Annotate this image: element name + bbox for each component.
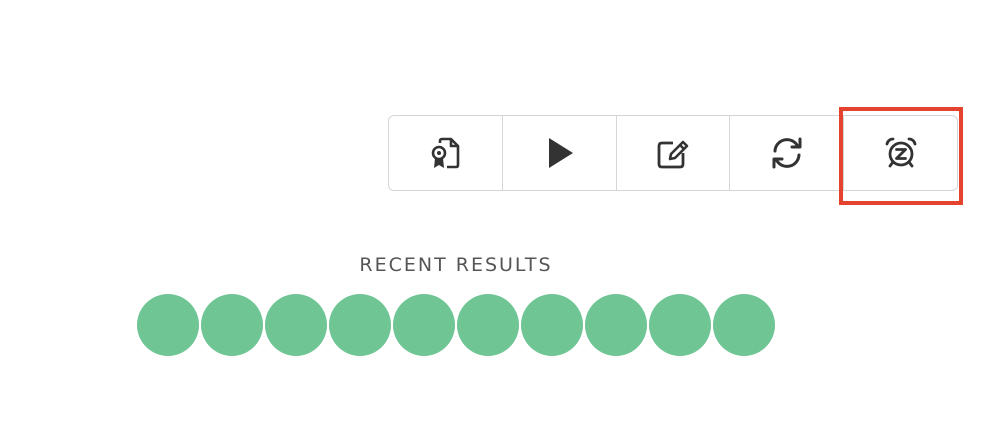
page: RECENT RESULTS: [0, 0, 988, 424]
refresh-button[interactable]: [730, 116, 845, 190]
action-toolbar: [388, 115, 958, 191]
edit-icon: [657, 140, 689, 169]
edit-button[interactable]: [617, 116, 731, 190]
result-dot-pass[interactable]: [585, 294, 647, 356]
snooze-button[interactable]: [844, 116, 957, 190]
certificate-file-icon: [432, 137, 460, 169]
result-dot-pass[interactable]: [521, 294, 583, 356]
recent-results-title: RECENT RESULTS: [359, 254, 553, 276]
result-dot-pass[interactable]: [649, 294, 711, 356]
certificate-button[interactable]: [389, 116, 503, 190]
result-dot-pass[interactable]: [201, 294, 263, 356]
result-dot-pass[interactable]: [265, 294, 327, 356]
result-dot-pass[interactable]: [457, 294, 519, 356]
refresh-icon: [772, 137, 802, 169]
snooze-alarm-icon: [885, 137, 916, 168]
result-dot-pass[interactable]: [329, 294, 391, 356]
result-dot-pass[interactable]: [137, 294, 199, 356]
recent-results-list: [137, 294, 775, 356]
result-dot-pass[interactable]: [393, 294, 455, 356]
result-dot-pass[interactable]: [713, 294, 775, 356]
play-button[interactable]: [503, 116, 617, 190]
play-icon: [549, 138, 574, 168]
